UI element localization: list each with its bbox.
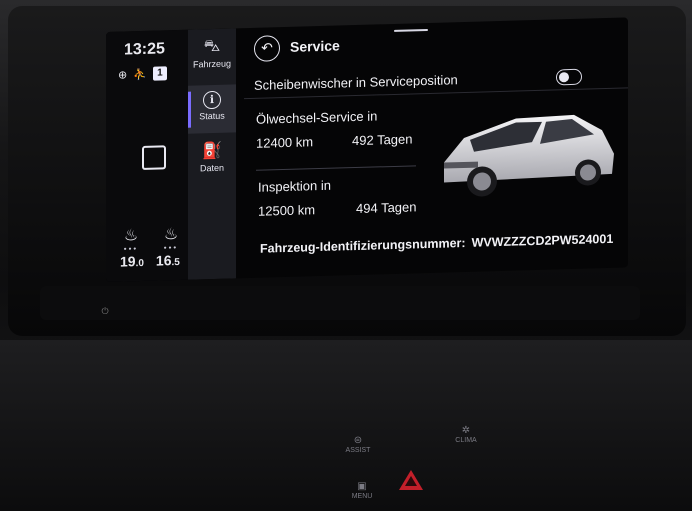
oil-service-km: 12400 km [256, 134, 314, 151]
car-icon: ⛍ [203, 37, 221, 56]
passenger-airbag-icon: ⛹ [133, 68, 147, 81]
menu-button[interactable]: ▣ MENU [342, 481, 382, 501]
hazard-light-icon[interactable] [399, 470, 423, 490]
seat-heating-left[interactable]: ♨ ••• [120, 227, 142, 254]
profile-badge[interactable]: 1 [152, 66, 167, 81]
clima-button[interactable]: ✲ CLIMA [446, 425, 486, 445]
vehicle-tabs: ⛍ Fahrzeug i Status ⛽ Daten [188, 28, 236, 280]
pull-down-handle[interactable] [394, 29, 428, 32]
info-icon: i [203, 90, 221, 110]
lower-bezel [40, 286, 640, 320]
status-icons: ⊕ ⛹ 1 [118, 66, 167, 81]
clock: 13:25 [124, 40, 165, 59]
menu-icon: ▣ [357, 481, 367, 492]
section-divider [256, 165, 416, 171]
inspection-km: 12500 km [258, 202, 316, 219]
inspection-title: Inspektion in [258, 177, 331, 195]
vin-value: WVWZZZCD2PW524001 [471, 231, 614, 250]
power-knob-icon[interactable]: ⏻ [96, 306, 114, 316]
back-button[interactable]: ↶ [254, 35, 280, 62]
oil-service-title: Ölwechsel-Service in [256, 108, 378, 127]
seat-heat-left-icon: ♨ [123, 227, 139, 245]
vin-label: Fahrzeug-Identifizierungsnummer: [260, 235, 466, 256]
fan-icon: ✲ [461, 425, 471, 436]
inspection-days: 494 Tagen [356, 199, 417, 217]
oil-service-days: 492 Tagen [352, 131, 413, 149]
tab-fahrzeug[interactable]: ⛍ Fahrzeug [188, 36, 236, 70]
seat-heating: ♨ ••• ♨ ••• [120, 225, 182, 254]
tab-status[interactable]: i Status [188, 84, 236, 134]
seat-heating-right[interactable]: ♨ ••• [160, 225, 182, 253]
status-column: 13:25 ⊕ ⛹ 1 ♨ ••• ♨ ••• 19.0 16.5 [106, 29, 188, 282]
page-title: Service [290, 37, 340, 55]
assist-icon: ⊜ [353, 435, 363, 446]
infotainment-screen: 13:25 ⊕ ⛹ 1 ♨ ••• ♨ ••• 19.0 16.5 ⛍ Fahr… [106, 17, 628, 282]
vehicle-image [444, 114, 614, 197]
vin-row: Fahrzeug-Identifizierungsnummer: WVWZZZCD… [260, 232, 619, 256]
assist-button[interactable]: ⊜ ASSIST [338, 435, 378, 455]
wiper-service-toggle[interactable] [556, 68, 582, 86]
globe-icon: ⊕ [118, 68, 128, 82]
seat-heat-right-icon: ♨ [163, 225, 179, 244]
fuel-data-icon: ⛽ [202, 142, 222, 161]
tab-daten[interactable]: ⛽ Daten [188, 140, 236, 174]
service-panel: ↶ Service Scheibenwischer in Serviceposi… [244, 17, 628, 278]
wiper-service-label: Scheibenwischer in Serviceposition [254, 72, 458, 93]
toggle-knob [559, 72, 569, 83]
home-button[interactable] [142, 145, 166, 170]
wiper-service-row[interactable]: Scheibenwischer in Serviceposition [244, 61, 628, 100]
back-arrow-icon: ↶ [261, 39, 273, 56]
temp-right[interactable]: 16.5 [156, 252, 180, 268]
temp-left[interactable]: 19.0 [120, 253, 144, 269]
temperatures: 19.0 16.5 [120, 252, 180, 269]
